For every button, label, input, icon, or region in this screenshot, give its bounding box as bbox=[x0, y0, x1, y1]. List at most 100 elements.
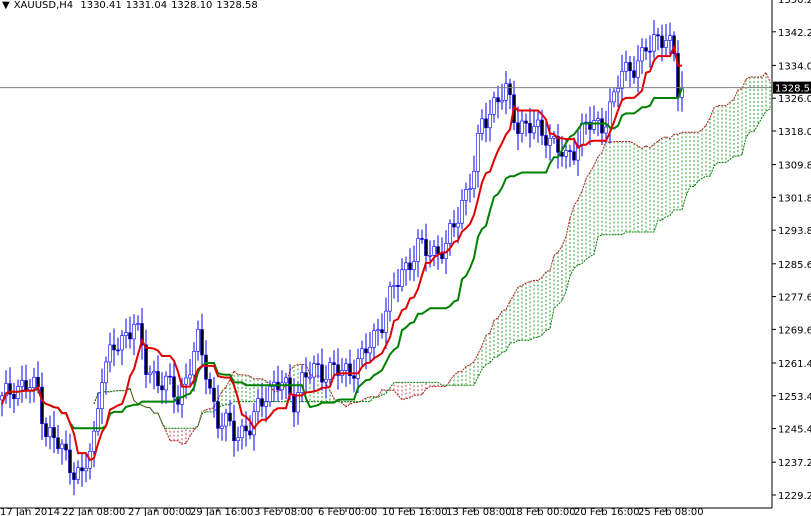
candle bbox=[108, 332, 112, 373]
candle-body bbox=[320, 364, 324, 383]
candle bbox=[648, 35, 652, 68]
candle bbox=[316, 353, 320, 379]
candle bbox=[400, 258, 404, 292]
ichimoku-cloud bbox=[129, 72, 771, 445]
candle bbox=[504, 71, 508, 115]
candle bbox=[436, 235, 440, 270]
y-tick-label: 1285.60 bbox=[778, 260, 811, 271]
candle-body bbox=[548, 137, 552, 146]
candle bbox=[132, 314, 136, 356]
candle bbox=[240, 419, 244, 450]
x-tick-label: 13 Feb 08:00 bbox=[446, 507, 512, 516]
candle bbox=[352, 359, 356, 392]
x-tick-label: 22 Jan 08:00 bbox=[62, 507, 125, 516]
candle-body bbox=[616, 88, 620, 93]
y-tick-label: 1334.00 bbox=[778, 61, 811, 72]
candle-body bbox=[156, 371, 160, 387]
candle-body bbox=[264, 401, 268, 407]
candle-body bbox=[400, 269, 404, 287]
candle-body bbox=[648, 50, 652, 53]
candle bbox=[144, 329, 148, 388]
x-tick-label: 27 Jan 00:00 bbox=[128, 507, 191, 516]
candle bbox=[676, 40, 680, 112]
candle-body bbox=[216, 401, 220, 429]
candle-body bbox=[116, 349, 120, 352]
candle-body bbox=[528, 122, 532, 134]
candle-body bbox=[168, 375, 172, 378]
y-tick-label: 1237.20 bbox=[778, 458, 811, 469]
candle-body bbox=[364, 348, 368, 354]
price-chart[interactable]: 1350.20 1342.20 1334.00 1326.00 1318.00 1309.… bbox=[0, 0, 811, 516]
candle bbox=[336, 348, 340, 390]
candle-body bbox=[148, 372, 152, 375]
candle bbox=[152, 360, 156, 390]
candle bbox=[60, 439, 64, 465]
candle-body bbox=[536, 119, 540, 127]
candle-body bbox=[268, 386, 272, 403]
candle bbox=[116, 337, 120, 356]
candle-body bbox=[380, 329, 384, 333]
candle bbox=[348, 349, 352, 385]
y-tick-label: 1277.60 bbox=[778, 293, 811, 304]
candle-body bbox=[260, 398, 264, 407]
candle-body bbox=[248, 430, 252, 436]
candle bbox=[576, 129, 580, 177]
candle bbox=[128, 316, 132, 349]
candle-body bbox=[164, 375, 168, 391]
candle-body bbox=[488, 114, 492, 129]
candle bbox=[32, 367, 36, 403]
y-tick-label: 1318.00 bbox=[778, 127, 811, 138]
candle-body bbox=[236, 437, 240, 442]
candle-body bbox=[84, 467, 88, 472]
candle-body bbox=[280, 382, 284, 391]
candle-body bbox=[44, 423, 48, 437]
candle-body bbox=[564, 150, 568, 157]
candle-body bbox=[384, 310, 388, 333]
candle-body bbox=[640, 47, 644, 62]
candle bbox=[532, 110, 536, 140]
candle bbox=[184, 363, 188, 399]
candle bbox=[380, 313, 384, 339]
candle-body bbox=[540, 119, 544, 136]
candle bbox=[76, 460, 80, 485]
candle bbox=[652, 19, 656, 59]
candle bbox=[256, 389, 260, 424]
candle bbox=[216, 385, 220, 439]
candle-body bbox=[48, 427, 52, 437]
candle-body bbox=[72, 472, 76, 480]
candle bbox=[432, 239, 436, 267]
candle bbox=[452, 210, 456, 238]
candle bbox=[196, 320, 200, 361]
candle bbox=[440, 237, 444, 264]
candle bbox=[460, 189, 464, 230]
candle-body bbox=[456, 222, 460, 228]
candle-body bbox=[316, 363, 320, 365]
candle-body bbox=[644, 47, 648, 52]
candle bbox=[44, 417, 48, 447]
candle-body bbox=[572, 151, 576, 161]
candle bbox=[220, 412, 224, 441]
candle-body bbox=[596, 118, 600, 121]
candle bbox=[68, 433, 72, 485]
candle bbox=[24, 364, 28, 399]
candle bbox=[636, 45, 640, 93]
candle bbox=[56, 424, 60, 455]
candle bbox=[88, 443, 92, 480]
candle-body bbox=[496, 97, 500, 103]
candle bbox=[360, 340, 364, 366]
candle bbox=[528, 108, 532, 148]
candle-body bbox=[600, 118, 604, 134]
candle bbox=[104, 356, 108, 395]
candle bbox=[160, 372, 164, 405]
candle-body bbox=[344, 363, 348, 371]
candle-body bbox=[592, 120, 596, 130]
candle-body bbox=[628, 62, 632, 72]
candle-body bbox=[212, 387, 216, 402]
candle-body bbox=[376, 329, 380, 332]
candle-body bbox=[252, 411, 256, 436]
candle bbox=[148, 365, 152, 384]
candle bbox=[100, 368, 104, 425]
candle-body bbox=[108, 344, 112, 363]
y-tick-label: 1301.80 bbox=[778, 193, 811, 204]
candle bbox=[472, 155, 476, 198]
